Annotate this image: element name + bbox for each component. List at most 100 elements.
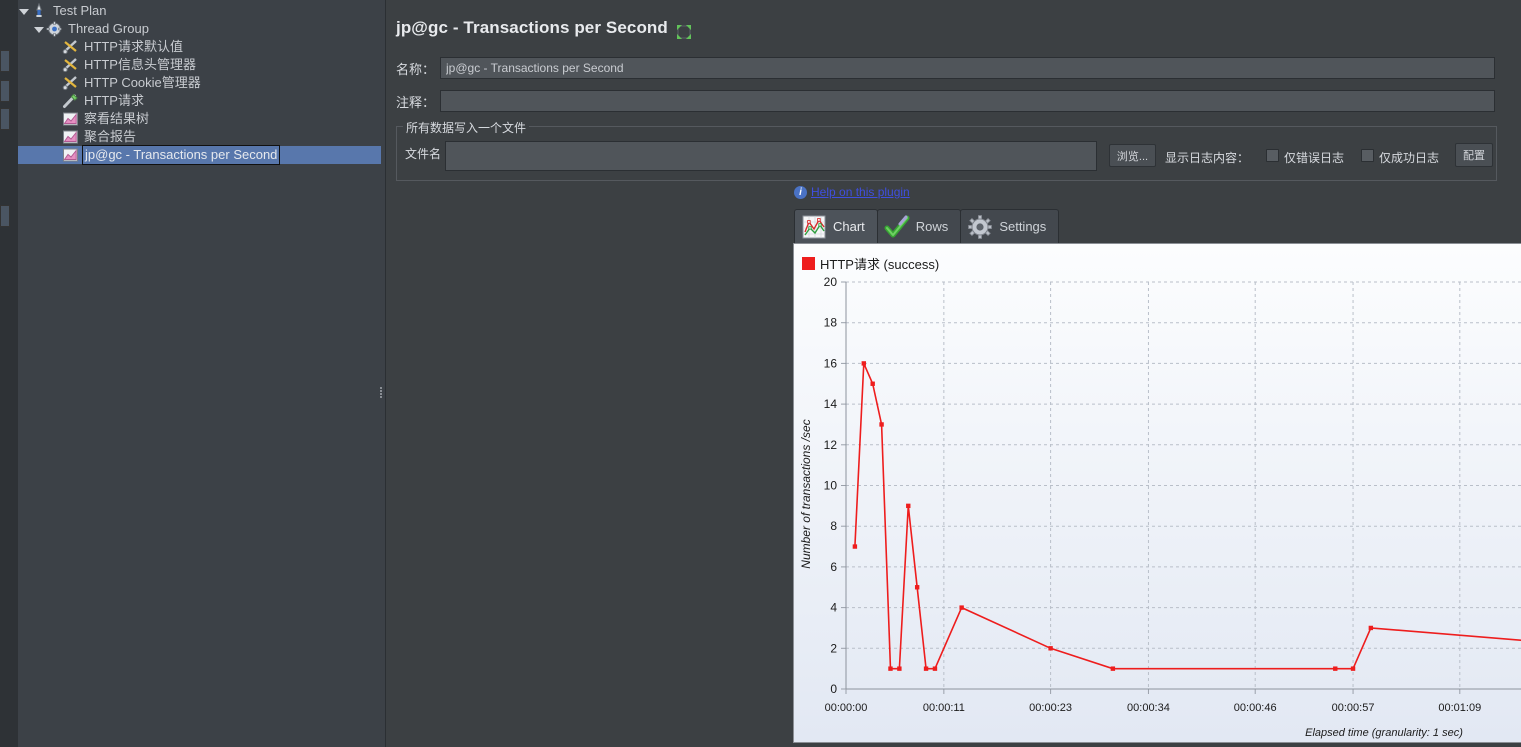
y-tick-label: 16 [824,356,838,370]
tree-item-aggregate-report[interactable]: 聚合报告 [18,128,381,146]
tree-item-http-request[interactable]: HTTP请求 [18,92,381,110]
x-tick-label: 00:00:23 [1029,702,1072,714]
x-tick-label: 00:01:09 [1438,702,1481,714]
data-point [923,666,929,671]
tree-left-strip [0,0,18,747]
y-axis-title: Number of transactions /sec [799,419,813,568]
errors-only-checkbox[interactable] [1266,149,1279,162]
data-point [1110,666,1116,671]
chart-icon [801,214,827,240]
data-point [1368,625,1374,631]
test-plan-tree-panel: Test Plan Thread Group HTTP请求默认值 HTTP信息头… [0,0,386,747]
strip-tab-4[interactable] [0,205,10,227]
strip-tab-2[interactable] [0,80,10,102]
tab-rows[interactable]: Rows [876,209,962,243]
chevron-down-icon[interactable] [18,6,29,17]
help-row: i Help on this plugin [794,185,910,199]
y-tick-label: 18 [824,316,838,330]
tree-list: Test Plan Thread Group HTTP请求默认值 HTTP信息头… [18,2,381,165]
splitter-dot [380,393,382,395]
tab-label: Settings [999,219,1047,234]
data-point [888,666,893,671]
page-title: jp@gc - Transactions per Second [396,18,668,37]
tree-item-label: HTTP请求默认值 [84,39,183,54]
tree-item-label: 聚合报告 [84,129,137,144]
data-point [1350,666,1356,671]
sampler-icon [62,93,79,109]
tree-item-label: 察看结果树 [84,111,150,126]
tab-label: Chart [833,219,865,234]
tab-chart[interactable]: Chart [794,209,878,243]
jmeter-window: Test Plan Thread Group HTTP请求默认值 HTTP信息头… [0,0,1521,747]
filename-input[interactable] [445,141,1097,171]
data-point [879,422,884,427]
successes-only-checkbox[interactable] [1361,149,1374,162]
errors-only-label: 仅错误日志 [1284,151,1345,165]
config-element-icon [62,57,79,73]
tree-item-label: HTTP Cookie管理器 [84,75,201,90]
tree-item-http-header-manager[interactable]: HTTP信息头管理器 [18,56,381,74]
tree-item-http-request-defaults[interactable]: HTTP请求默认值 [18,38,381,56]
tab-label: Rows [915,219,949,234]
name-label: 名称： [396,61,436,77]
comment-label: 注释： [396,94,436,110]
y-tick-label: 10 [824,479,838,493]
legend-label: HTTP请求 (success) [820,257,939,272]
tree-item-label: Thread Group [68,21,149,36]
config-element-icon [62,39,79,55]
x-axis-title: Elapsed time (granularity: 1 sec) [1305,727,1463,739]
data-point [897,666,902,671]
config-element-icon [62,75,79,91]
name-row: 名称： [396,57,1497,79]
checkmark-icon [884,214,910,240]
data-point [932,666,938,671]
listener-icon [62,147,79,163]
y-tick-label: 2 [830,641,837,655]
successes-only-label: 仅成功日志 [1379,151,1440,165]
test-plan-icon [31,2,48,19]
comment-input[interactable] [440,90,1495,112]
filename-label: 文件名 [405,147,442,161]
help-on-this-plugin-link[interactable]: Help on this plugin [811,185,910,199]
data-point [852,544,858,549]
tree-item-view-results-tree[interactable]: 察看结果树 [18,110,381,128]
data-point [914,585,920,590]
tree-item-test-plan[interactable]: Test Plan [18,2,381,20]
tree-item-label: Test Plan [53,3,107,18]
tree-item-thread-group[interactable]: Thread Group [18,20,381,38]
listener-icon [62,129,79,145]
filegroup-title: 所有数据写入一个文件 [403,119,530,136]
tree-item-label: HTTP请求 [84,93,144,108]
data-point [870,381,875,386]
data-point [906,503,911,509]
expand-arrows-icon[interactable] [674,22,694,42]
x-tick-label: 00:00:57 [1332,702,1375,714]
gear-icon [46,21,63,37]
configure-button[interactable]: 配置 [1455,143,1493,167]
y-tick-label: 8 [830,519,837,533]
y-tick-label: 0 [830,682,837,696]
tree-item-transactions-per-second[interactable]: jp@gc - Transactions per Second [18,145,381,165]
browse-button[interactable]: 浏览... [1109,144,1156,167]
data-point [1048,646,1053,651]
x-tick-label: 00:00:11 [923,702,965,714]
chevron-down-icon[interactable] [33,24,44,35]
name-input[interactable] [440,57,1495,79]
panel-splitter-handle[interactable] [378,386,385,402]
tree-item-label: jp@gc - Transactions per Second [82,145,281,165]
y-tick-label: 20 [824,275,838,289]
strip-tab-3[interactable] [0,108,10,130]
tab-settings[interactable]: Settings [960,209,1060,243]
log-content-label: 显示日志内容： [1165,151,1250,165]
tree-item-http-cookie-manager[interactable]: HTTP Cookie管理器 [18,74,381,92]
y-tick-label: 14 [824,397,838,411]
y-tick-label: 4 [830,601,837,615]
transactions-per-second-chart: HTTP请求 (success) jmeter-plugins.org 0246… [793,243,1521,743]
comment-row: 注释： [396,90,1497,112]
listener-config-panel: jp@gc - Transactions per Second 名称： 注释： … [386,0,1521,747]
strip-tab-1[interactable] [0,50,10,72]
listener-icon [62,111,79,127]
data-point [1333,666,1338,671]
chart-svg: HTTP请求 (success) jmeter-plugins.org 0246… [794,244,1521,742]
tree-item-label: HTTP信息头管理器 [84,57,196,72]
